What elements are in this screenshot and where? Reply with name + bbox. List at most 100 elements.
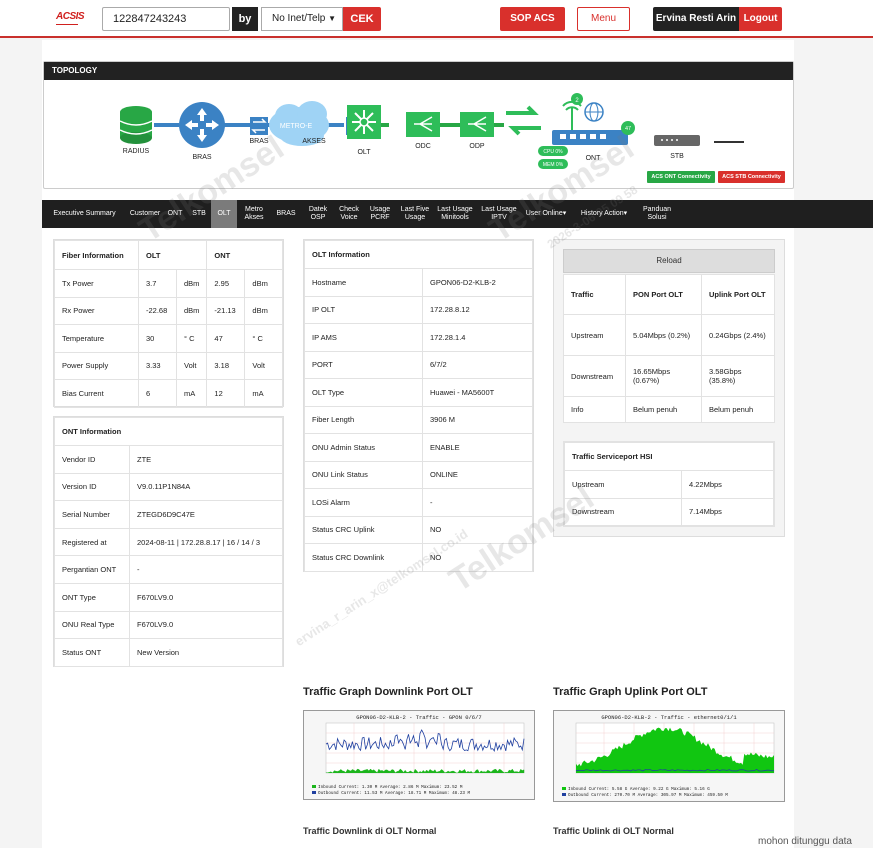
ont-row-label: ONT Type xyxy=(54,582,130,612)
hsi-row-label: Downstream xyxy=(564,497,682,526)
tab-history-action[interactable]: History Action ▾ xyxy=(571,200,637,228)
reload-button[interactable]: Reload xyxy=(563,249,775,273)
odp-node-icon[interactable] xyxy=(460,112,494,137)
downlink-graph-caption: GPON06-D2-KLB-2 - Traffic - GPON 0/6/7 xyxy=(356,714,481,721)
table-header-row: Traffic PON Port OLT Uplink Port OLT xyxy=(563,274,775,315)
ont-row-label: Pergantian ONT xyxy=(54,555,130,584)
acsis-logo[interactable]: ACSIS xyxy=(56,11,85,22)
uplink-legend-in: Inbound Current: 5.58 G Average: 9.22 G … xyxy=(568,787,710,792)
olt-row-value: NO xyxy=(422,543,533,572)
tab-last-usage-minitools[interactable]: Last Usage Minitools xyxy=(433,200,477,228)
acs-ont-connectivity-badge[interactable]: ACS ONT Connectivity xyxy=(647,171,715,183)
bras-router-icon[interactable] xyxy=(179,102,225,148)
ont-label: ONT xyxy=(586,155,602,162)
downlink-graph-svg: GPON06-D2-KLB-2 - Traffic - GPON 0/6/7 I… xyxy=(304,711,534,799)
hsi-title: Traffic Serviceport HSI xyxy=(564,442,774,471)
table-row: Status CRC Uplink NO xyxy=(304,515,533,544)
downlink-legend-in: Inbound Current: 1.30 M Average: 2.86 M … xyxy=(318,785,463,790)
traffic-table-wrap: Traffic PON Port OLT Uplink Port OLT Upstre… xyxy=(563,274,775,423)
olt-row-label: Hostname xyxy=(304,268,423,297)
bras-switch-icon[interactable] xyxy=(250,117,268,135)
ont-row-label: Version ID xyxy=(54,472,130,502)
uplink-normal-status: Traffic Uplink di OLT Normal xyxy=(553,826,674,834)
downlink-legend-in-swatch xyxy=(312,785,316,788)
ont-row-value: - xyxy=(129,555,283,584)
ont-row-value: ZTEGD6D9C47E xyxy=(129,500,283,529)
fiber-information-table: Fiber Information OLT ONT Tx Power 3.7 dBm 2.9… xyxy=(54,240,283,408)
sop-acs-button[interactable]: SOP ACS xyxy=(500,7,565,31)
olt-row-value: - xyxy=(422,488,533,517)
ont-info-title: ONT Information xyxy=(54,417,283,446)
sync-arrows-icon xyxy=(506,105,541,136)
odp-label: ODP xyxy=(469,143,485,150)
tab-ont[interactable]: ONT xyxy=(163,200,187,228)
wifi-antenna-icon xyxy=(562,100,582,130)
uplink-legend-out-swatch xyxy=(562,793,566,796)
tab-last-five-usage[interactable]: Last Five Usage xyxy=(397,200,433,228)
olt-label: OLT xyxy=(357,149,371,156)
tab-label: OLT xyxy=(217,210,231,217)
table-row: Pergantian ONT - xyxy=(54,555,283,584)
tab-user-online[interactable]: User Online ▾ xyxy=(521,200,571,228)
tab-metro-akses[interactable]: Metro Akses xyxy=(237,200,271,228)
tab-check-voice[interactable]: Check Voice xyxy=(335,200,363,228)
downlink-graph-title: Traffic Graph Downlink Port OLT xyxy=(303,686,473,698)
logout-button[interactable]: Logout xyxy=(739,7,782,31)
ont-node-icon[interactable] xyxy=(552,130,628,145)
fiber-olt-unit: dBm xyxy=(175,269,208,298)
downlink-traffic-graph[interactable]: GPON06-D2-KLB-2 - Traffic - GPON 0/6/7 I… xyxy=(303,710,535,800)
chevron-down-icon: ▼ xyxy=(328,14,336,23)
fiber-olt-unit: dBm xyxy=(175,296,208,325)
ont-information-panel: ONT Information Vendor ID ZTE Version ID V9.… xyxy=(53,416,284,667)
tab-stb[interactable]: STB xyxy=(187,200,211,228)
uplink-traffic-graph[interactable]: GPON06-D2-KLB-2 - Traffic - ethernet0/1/… xyxy=(553,710,785,802)
top-bar: ACSIS by No Inet/Telp ▼ CEK SOP ACS Menu… xyxy=(0,0,873,38)
tab-customer[interactable]: Customer xyxy=(127,200,163,228)
odc-node-icon[interactable] xyxy=(406,112,440,137)
chevron-down-icon: ▾ xyxy=(623,210,628,217)
tab-datek-osp[interactable]: Datek OSP xyxy=(301,200,335,228)
menu-button[interactable]: Menu xyxy=(577,7,630,31)
table-row: Status CRC Downlink NO xyxy=(304,543,533,572)
cek-button[interactable]: CEK xyxy=(343,7,381,31)
fiber-row-label: Bias Current xyxy=(54,379,139,408)
table-row: Bias Current 6 mA 12 mA xyxy=(54,379,283,408)
radius-node[interactable] xyxy=(119,106,153,144)
table-row: PORT 6/7/2 xyxy=(304,350,533,379)
olt-row-value: 6/7/2 xyxy=(422,350,533,379)
olt-information-panel: OLT Information Hostname GPON06-D2-KLB-2 IP… xyxy=(303,239,534,572)
fiber-ont-unit: dBm xyxy=(244,269,283,298)
main-tab-bar: Executive Summary Customer ONT STB OLT Metro … xyxy=(42,200,873,228)
tab-usage-pcrf[interactable]: Usage PCRF xyxy=(363,200,397,228)
tab-last-usage-iptv[interactable]: Last Usage IPTV xyxy=(477,200,521,228)
tab-executive-summary[interactable]: Executive Summary xyxy=(42,200,127,228)
fiber-ont-value: 12 xyxy=(206,379,246,408)
olt-info-title: OLT Information xyxy=(304,240,533,269)
odc-label: ODC xyxy=(415,143,431,150)
fiber-row-label: Tx Power xyxy=(54,269,139,298)
hsi-row-value: 4.22Mbps xyxy=(681,470,774,499)
search-input[interactable] xyxy=(102,7,230,31)
olt-node-icon[interactable] xyxy=(347,105,381,139)
tab-bras[interactable]: BRAS xyxy=(271,200,301,228)
table-header-row: Fiber Information OLT ONT xyxy=(54,240,283,270)
tab-label: Last Five Usage xyxy=(400,206,430,221)
traffic-pon-value: 5.04Mbps (0.2%) xyxy=(625,314,702,356)
table-row: Serial Number ZTEGD6D9C47E xyxy=(54,500,283,529)
ont-row-label: ONU Real Type xyxy=(54,610,130,640)
tab-label: Last Usage Minitools xyxy=(437,206,473,221)
stb-label: STB xyxy=(670,153,684,160)
table-row: Power Supply 3.33 Volt 3.18 Volt xyxy=(54,351,283,380)
downlink-legend-out: Outbound Current: 11.53 M Average: 18.71… xyxy=(318,791,471,796)
fiber-ont-unit: dBm xyxy=(244,296,283,325)
tab-olt[interactable]: OLT xyxy=(211,200,237,228)
topology-panel: TOPOLOGY RADIUS BRAS METRO-E BRAS AKSES … xyxy=(43,61,794,189)
acs-stb-connectivity-badge[interactable]: ACS STB Connectivity xyxy=(718,171,785,183)
stb-node-icon[interactable] xyxy=(654,135,700,146)
fiber-row-label: Rx Power xyxy=(54,296,139,325)
ont-row-value: New Version xyxy=(129,638,283,667)
tab-panduan-solusi[interactable]: Panduan Solusi xyxy=(637,200,677,228)
ont-row-value: V9.0.11P1N84A xyxy=(129,472,283,502)
search-type-select[interactable]: No Inet/Telp ▼ xyxy=(261,7,343,31)
tab-label: Panduan Solusi xyxy=(642,206,672,221)
